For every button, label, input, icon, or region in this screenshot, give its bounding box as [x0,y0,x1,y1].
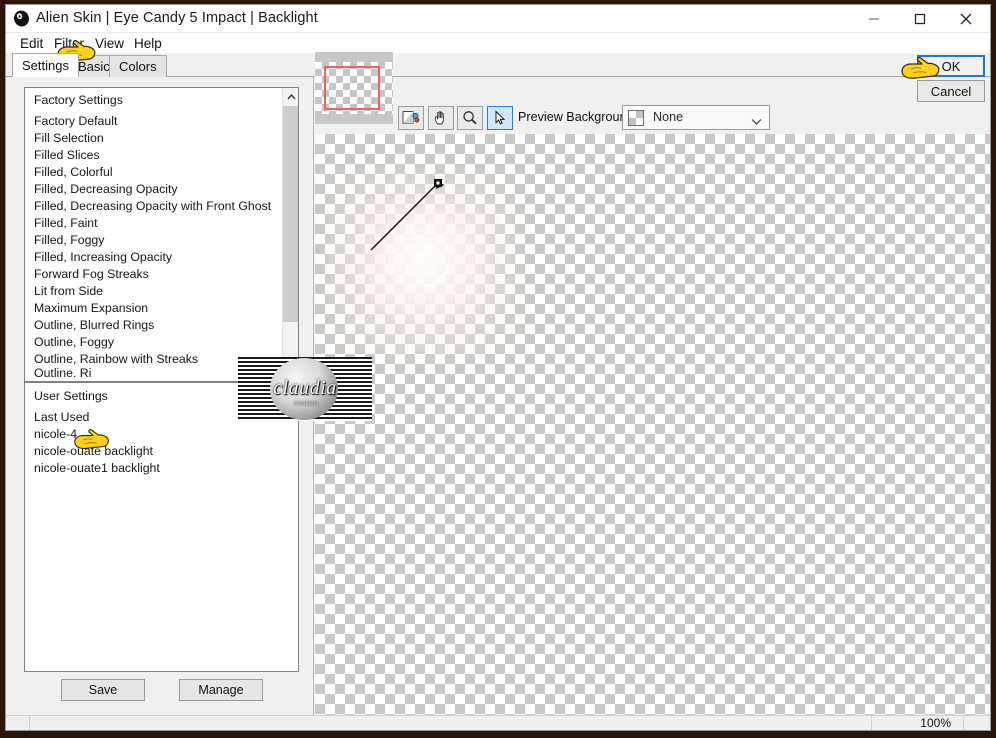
preview-background-value: None [653,110,684,124]
list-item[interactable]: Outline, Foggy [25,334,283,351]
chevron-down-icon[interactable] [751,113,762,131]
plugin-window: Alien Skin | Eye Candy 5 Impact | Backli… [5,4,991,731]
factory-settings-listbox[interactable]: Factory Settings Factory Default Fill Se… [24,87,299,382]
preview-background-select[interactable]: None [622,105,770,130]
status-cell-left [6,716,30,730]
list-item[interactable]: nicole-ouate backlight [25,443,298,460]
menu-item-help[interactable]: Help [130,35,166,52]
minimize-button[interactable] [851,5,897,33]
list-item[interactable]: Filled Slices [25,147,283,164]
factory-settings-header: Factory Settings [34,93,123,107]
navigator-thumbnail[interactable] [315,52,393,124]
user-settings-listbox[interactable]: User Settings Last Used nicole-4 nicole-… [24,382,299,672]
maximize-button[interactable] [897,5,943,33]
scrollbar-thumb[interactable] [283,106,298,322]
list-item[interactable]: Filled, Foggy [25,232,283,249]
hand-pan-tool[interactable] [428,106,454,130]
menu-item-view[interactable]: View [91,35,128,52]
status-zoom-level: 100% [872,716,964,730]
maximize-icon [914,13,926,25]
hand-pan-icon [434,111,444,125]
list-item[interactable]: Forward Fog Streaks [25,266,283,283]
watermark-subtext: creations [293,401,319,407]
alien-skin-logo-icon [13,10,30,27]
manage-button[interactable]: Manage [179,679,263,701]
list-item[interactable]: Filled, Faint [25,215,283,232]
direction-arrow-widget[interactable] [367,172,449,259]
zoom-magnifier-icon [463,111,477,125]
list-item[interactable]: Lit from Side [25,283,283,300]
list-item[interactable]: nicole-ouate1 backlight [25,460,298,477]
status-cell-main [30,716,872,730]
ok-button[interactable]: OK [917,55,985,77]
list-item-label: nicole-4 [34,427,78,441]
menu-item-edit[interactable]: Edit [16,35,47,52]
list-item[interactable]: Filled, Colorful [25,164,283,181]
watermark-text: claudia [273,377,337,399]
arrow-select-tool[interactable] [487,106,513,130]
preview-canvas[interactable] [315,134,990,717]
list-item[interactable]: Maximum Expansion [25,300,283,317]
title-bar: Alien Skin | Eye Candy 5 Impact | Backli… [6,5,990,33]
close-icon [960,13,972,25]
status-bar: 100% [6,715,990,730]
preview-panel: Preview Background: None [315,52,990,717]
list-item[interactable]: Filled, Decreasing Opacity [25,181,283,198]
arrow-select-icon [495,110,506,125]
checkerboard-swatch-icon [628,110,644,126]
tab-strip: Settings Basic Colors [6,53,990,77]
preview-background-label: Preview Background: [518,110,638,124]
factory-list-scrollbar[interactable] [282,88,298,381]
menu-item-filter[interactable]: Filter [50,35,88,52]
save-button[interactable]: Save [61,679,145,701]
factory-settings-list: Factory Settings Factory Default Fill Se… [25,88,283,381]
list-item[interactable]: Filled, Decreasing Opacity with Front Gh… [25,198,283,215]
minimize-icon [869,18,879,20]
scroll-up-icon[interactable] [283,88,298,105]
watermark: claudia creations [238,357,372,421]
menu-bar: Edit Filter View Help [6,33,990,53]
list-item-selected[interactable]: nicole-4 [25,426,298,443]
zoom-magnifier-tool[interactable] [457,106,483,130]
list-item[interactable]: Factory Default [25,113,283,130]
navigator-viewport-rect[interactable] [324,66,380,110]
window-title: Alien Skin | Eye Candy 5 Impact | Backli… [36,10,318,26]
close-button[interactable] [943,5,989,33]
compare-view-icon [402,111,420,124]
status-cell-right [964,716,990,730]
app-frame: Alien Skin | Eye Candy 5 Impact | Backli… [0,0,996,738]
list-item[interactable]: Filled, Increasing Opacity [25,249,283,266]
compare-view-tool[interactable] [398,106,424,130]
list-item[interactable]: Outline, Blurred Rings [25,317,283,334]
tab-colors[interactable]: Colors [109,55,167,77]
tab-settings[interactable]: Settings [12,53,79,77]
cancel-button[interactable]: Cancel [917,80,985,102]
list-item[interactable]: Fill Selection [25,130,283,147]
